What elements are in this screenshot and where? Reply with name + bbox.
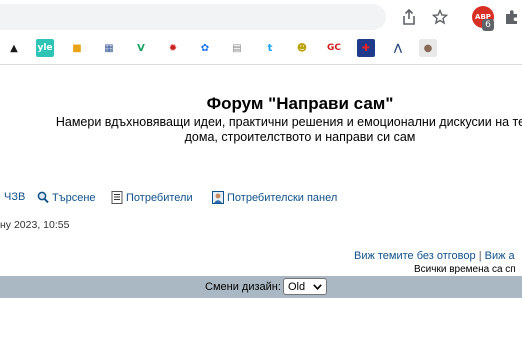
bookmark-gear-icon[interactable]: ✿ [196, 39, 214, 57]
bookmark-t-icon[interactable]: t [261, 39, 279, 57]
user-panel-icon [212, 191, 224, 204]
unanswered-topics-link[interactable]: Виж темите без отговор [354, 250, 476, 262]
nav-ucp-label: Потребителски панел [227, 191, 338, 204]
site-description: Намери вдъхновяващи идеи, практични реше… [0, 115, 522, 145]
extensions-puzzle-icon[interactable] [503, 8, 521, 26]
star-icon[interactable] [431, 8, 449, 26]
site-description-line2: дома, строителството и направи си сам [184, 130, 416, 144]
style-select[interactable]: Old [283, 278, 327, 295]
link-separator: | [478, 250, 482, 262]
nav-faq-label: ЧЗВ [4, 191, 26, 203]
bookmark-person-icon[interactable]: ● [419, 39, 437, 57]
bookmark-hat-icon[interactable]: ▲ [5, 39, 23, 57]
nav-members-label: Потребители [126, 191, 193, 204]
bookmark-uk-flag-icon[interactable]: ✚ [357, 39, 375, 57]
nav-search-label: Търсене [52, 191, 96, 204]
members-list-icon [111, 191, 123, 204]
bookmark-bulb-icon[interactable]: ✹ [164, 39, 182, 57]
bookmark-bag-icon[interactable]: ■ [68, 39, 86, 57]
adblock-count-badge: 6 [482, 19, 494, 31]
last-visit-date: ну 2023, 10:55 [0, 219, 70, 231]
bookmark-gc-icon[interactable]: GC [325, 39, 343, 57]
chevron-down-icon [313, 281, 322, 293]
bookmark-v-icon[interactable]: V [132, 39, 150, 57]
bookmark-smiley-icon[interactable]: ☻ [293, 39, 311, 57]
quick-links: Виж темите без отговор | Виж а [354, 250, 515, 262]
bookmark-mountain-icon[interactable]: ⋀ [389, 39, 407, 57]
search-icon [37, 191, 49, 204]
adblock-count: 6 [485, 20, 491, 30]
page-title: Форум "Направи сам" [206, 94, 394, 113]
share-icon[interactable] [400, 8, 418, 26]
bookmark-news-icon[interactable]: ▤ [228, 39, 246, 57]
style-select-value: Old [288, 280, 306, 293]
address-bar[interactable] [0, 4, 386, 30]
site-description-line1: Намери вдъхновяващи идеи, практични реше… [55, 115, 522, 129]
timezone-notice: Всички времена са сп [414, 264, 516, 275]
nav-search-link[interactable]: Търсене [37, 191, 96, 204]
style-switcher-label: Смени дизайн: [205, 281, 281, 293]
nav-members-link[interactable]: Потребители [111, 191, 193, 204]
bookmark-yle-icon[interactable]: yle [36, 39, 54, 57]
bookmark-grid-icon[interactable]: ▦ [100, 39, 118, 57]
nav-ucp-link[interactable]: Потребителски панел [212, 191, 337, 204]
active-topics-link[interactable]: Виж а [485, 250, 515, 262]
nav-faq-link[interactable]: ЧЗВ [4, 191, 25, 203]
